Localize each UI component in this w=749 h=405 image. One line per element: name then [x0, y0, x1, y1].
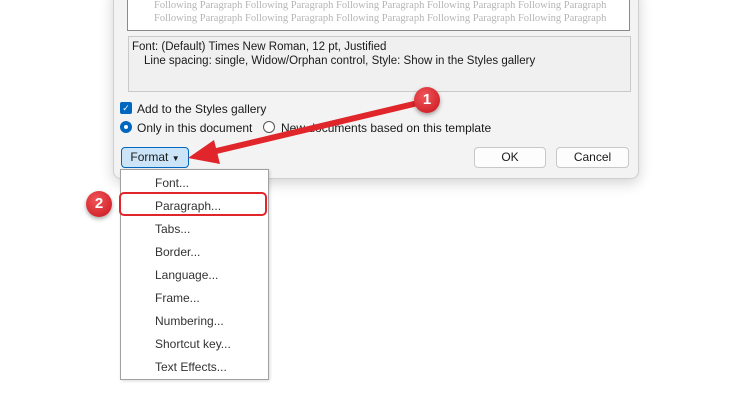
- step-1-badge: 1: [414, 87, 440, 113]
- annotation-arrow: [188, 100, 421, 164]
- step-2-badge: 2: [86, 191, 112, 217]
